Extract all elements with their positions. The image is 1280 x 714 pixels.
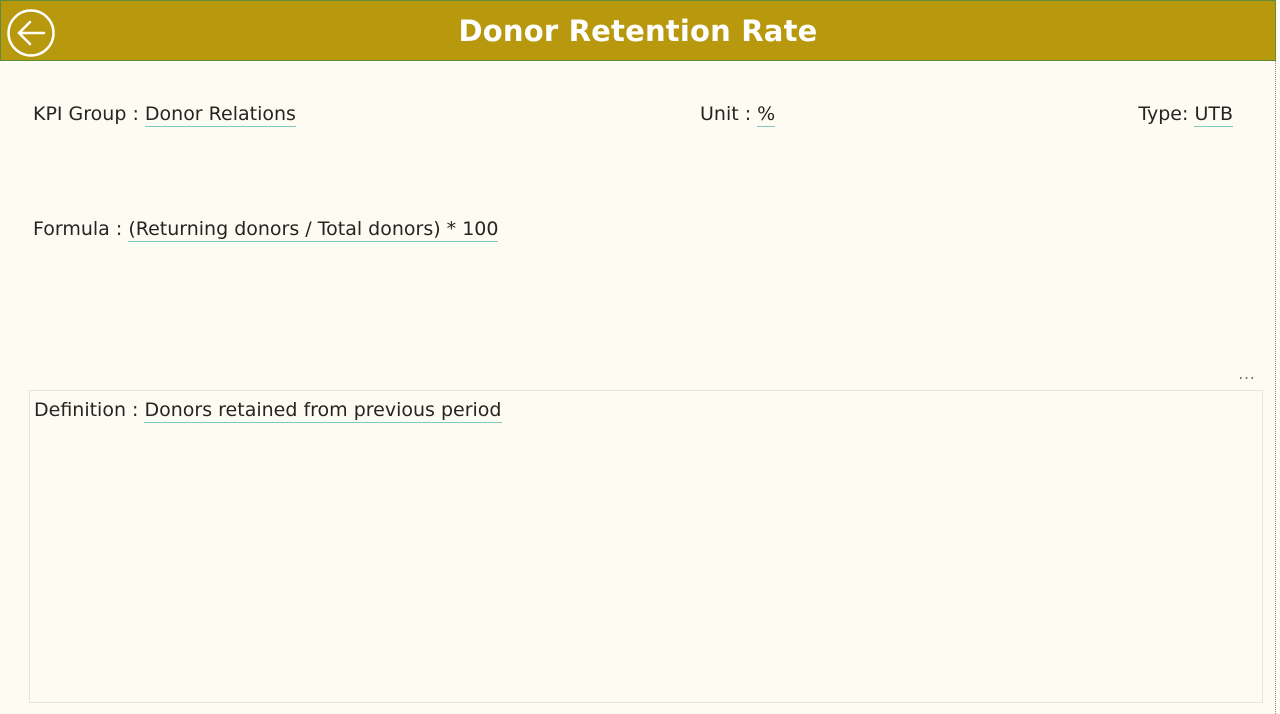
kpi-group-field: KPI Group : Donor Relations	[33, 103, 296, 127]
unit-field: Unit : %	[700, 103, 776, 127]
definition-card: Definition : Donors retained from previo…	[29, 390, 1263, 703]
formula-label: Formula :	[33, 218, 129, 240]
kpi-detail-page: Donor Retention Rate KPI Group : Donor R…	[0, 0, 1276, 714]
definition-field: Definition : Donors retained from previo…	[34, 399, 502, 423]
more-options-icon[interactable]: ...	[1234, 364, 1260, 384]
page-title: Donor Retention Rate	[458, 14, 818, 48]
definition-value: Donors retained from previous period	[144, 399, 502, 423]
kpi-group-value: Donor Relations	[144, 103, 296, 127]
type-field: Type: UTB	[1138, 103, 1233, 127]
unit-label: Unit :	[700, 103, 758, 125]
type-value: UTB	[1194, 103, 1233, 127]
formula-field: Formula : (Returning donors / Total dono…	[33, 218, 499, 242]
kpi-group-label: KPI Group :	[33, 103, 145, 125]
unit-value: %	[757, 103, 776, 127]
type-label: Type:	[1138, 103, 1195, 125]
formula-value: (Returning donors / Total donors) * 100	[128, 218, 499, 242]
header-bar: Donor Retention Rate	[0, 0, 1276, 61]
definition-label: Definition :	[34, 399, 145, 421]
